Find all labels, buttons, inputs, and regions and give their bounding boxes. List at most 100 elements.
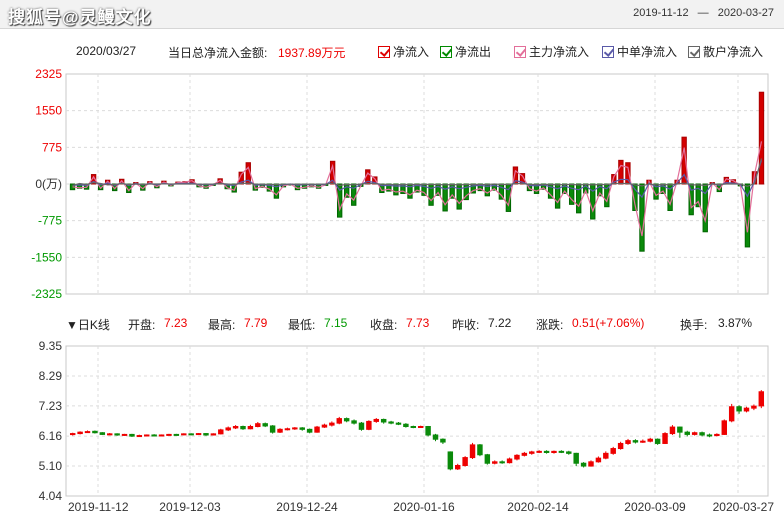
- candle-down: [699, 432, 705, 436]
- candle-up: [647, 438, 653, 442]
- candle-down: [92, 430, 98, 434]
- candle-up: [225, 427, 231, 431]
- candle-down: [395, 422, 402, 425]
- candle-down: [306, 428, 313, 433]
- candle-down: [543, 450, 550, 453]
- candle-up: [506, 458, 513, 464]
- candle-up: [462, 457, 468, 466]
- candle-down: [173, 433, 180, 436]
- candle-up: [107, 433, 113, 436]
- candle-up: [69, 433, 76, 436]
- candle-up: [603, 452, 609, 459]
- candle-down: [447, 451, 454, 470]
- candle-down: [262, 423, 268, 427]
- candle-up: [721, 420, 727, 435]
- candle-down: [114, 433, 120, 436]
- candle-up: [714, 433, 720, 437]
- candle-up: [551, 450, 557, 453]
- candle-up: [588, 461, 594, 467]
- candle-up: [743, 407, 750, 412]
- candle-down: [99, 432, 106, 435]
- candle-down: [299, 427, 305, 430]
- candle-up: [529, 451, 535, 454]
- candle-up: [247, 426, 254, 430]
- xtick-label: 2019-12-24: [276, 500, 338, 514]
- candle-up: [329, 422, 335, 426]
- candle-down: [677, 426, 683, 433]
- candle-up: [455, 464, 461, 470]
- flow-ytick-label: 775: [42, 140, 62, 154]
- candle-up: [691, 432, 698, 435]
- candle-up: [417, 426, 424, 429]
- candle-up: [669, 426, 676, 435]
- candle-down: [151, 434, 157, 437]
- candle-up: [366, 420, 372, 430]
- candle-up: [144, 434, 150, 437]
- kline-ytick-label: 8.29: [39, 369, 63, 383]
- flow-ytick-label: 0(万): [35, 177, 62, 191]
- candle-down: [269, 425, 276, 433]
- candle-up: [77, 431, 83, 435]
- candle-up: [662, 433, 668, 444]
- flow-bar-inflow: [758, 91, 765, 185]
- candle-up: [158, 434, 165, 437]
- candle-up: [336, 418, 342, 424]
- candle-up: [181, 433, 187, 436]
- candle-up: [492, 461, 498, 464]
- candle-up: [373, 418, 379, 422]
- candle-down: [654, 438, 661, 444]
- candle-down: [351, 420, 357, 424]
- candle-down: [632, 440, 639, 443]
- candle-down: [410, 426, 417, 429]
- xtick-label: 2020-02-14: [507, 500, 569, 514]
- candle-down: [573, 452, 579, 464]
- candle-down: [388, 421, 394, 424]
- candle-up: [166, 433, 172, 436]
- candle-down: [380, 418, 387, 423]
- candle-up: [218, 429, 224, 435]
- candle-down: [358, 422, 365, 430]
- candle-down: [706, 434, 713, 437]
- candle-up: [640, 440, 646, 443]
- candle-up: [232, 426, 239, 429]
- candle-down: [425, 426, 431, 436]
- candle-up: [292, 427, 298, 430]
- candle-down: [736, 406, 742, 412]
- candle-up: [210, 433, 217, 436]
- candle-down: [484, 454, 491, 464]
- candle-down: [203, 433, 209, 436]
- candle-up: [758, 391, 765, 407]
- candle-up: [521, 452, 528, 456]
- flow-ytick-label: -1550: [31, 250, 62, 264]
- xtick-label: 2019-11-12: [68, 500, 129, 514]
- candle-up: [617, 442, 624, 450]
- money-flow-chart[interactable]: 2325 1550 775 0(万) -775 -1550 -2325 9.35 8.29 7.2…: [0, 0, 784, 517]
- candle-down: [240, 426, 246, 430]
- candle-up: [728, 406, 735, 422]
- candle-up: [610, 448, 616, 454]
- candle-down: [440, 438, 446, 443]
- candle-down: [129, 433, 135, 437]
- candle-down: [343, 418, 350, 422]
- kline-ytick-label: 9.35: [39, 339, 63, 353]
- kline-ytick-label: 4.04: [39, 489, 63, 503]
- candle-down: [684, 431, 690, 435]
- xtick-label: 2020-01-16: [393, 500, 455, 514]
- candle-up: [195, 433, 202, 436]
- candle-up: [625, 440, 631, 444]
- flow-ytick-label: -775: [38, 214, 62, 228]
- candle-down: [566, 451, 572, 454]
- candle-down: [477, 444, 483, 456]
- candle-up: [536, 450, 542, 453]
- flow-bar-outflow: [428, 183, 434, 206]
- kline-ytick-label: 6.16: [39, 429, 63, 443]
- candle-up: [121, 433, 128, 436]
- candle-up: [136, 435, 143, 438]
- candle-up: [284, 428, 291, 431]
- candle-up: [277, 428, 283, 433]
- kline-ytick-label: 7.23: [39, 399, 63, 413]
- candle-down: [499, 461, 505, 464]
- candle-up: [595, 457, 602, 463]
- xtick-label: 2019-12-03: [159, 500, 221, 514]
- candle-up: [751, 405, 757, 409]
